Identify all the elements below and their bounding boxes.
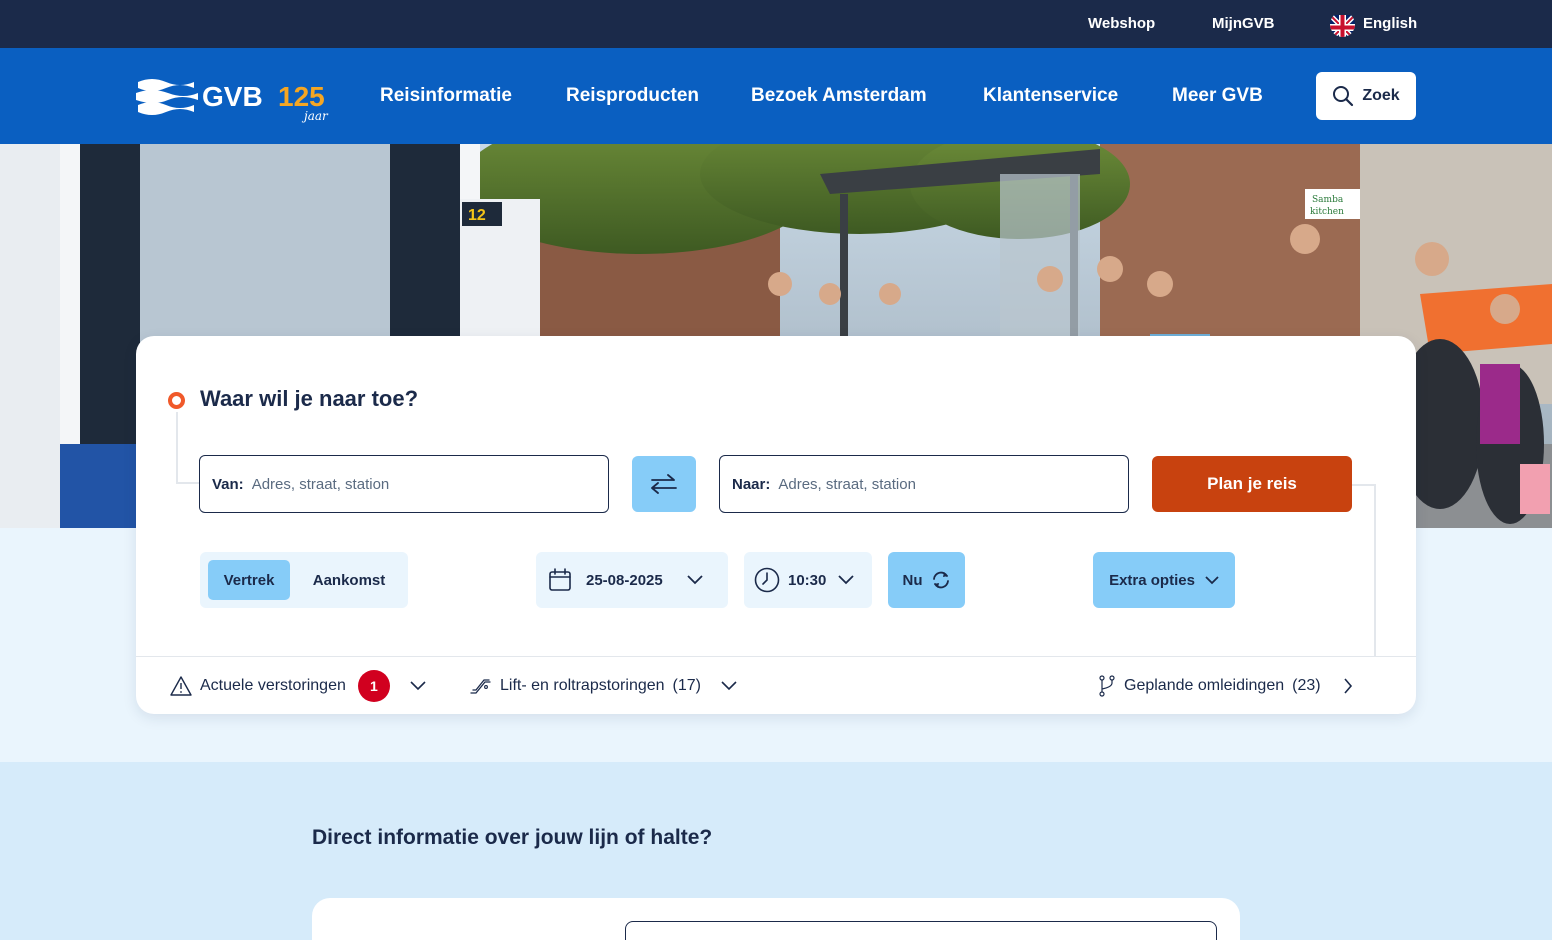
route-line-right-top (1352, 484, 1376, 486)
language-label: English (1363, 15, 1418, 32)
search-icon (1333, 86, 1354, 107)
chevron-right-icon (1343, 677, 1352, 694)
chevron-down-icon (838, 575, 855, 585)
time-picker[interactable]: 10:30 (744, 552, 872, 608)
to-field[interactable]: Naar: (719, 455, 1129, 513)
chevron-down-icon (721, 680, 737, 690)
disruptions-label: Actuele verstoringen (200, 676, 346, 694)
from-input[interactable] (251, 475, 552, 493)
detours-count: (23) (1292, 676, 1321, 694)
route-line-connector (176, 482, 200, 484)
warning-icon (170, 675, 192, 696)
top-utility-bar: Webshop MijnGVB English (0, 0, 1552, 48)
detours-label: Geplande omleidingen (1124, 676, 1285, 694)
line-stop-info-title: Direct informatie over jouw lijn of halt… (312, 826, 713, 849)
plan-trip-button[interactable]: Plan je reis (1152, 456, 1352, 512)
time-value: 10:30 (788, 571, 827, 589)
lifts-count: (17) (672, 676, 701, 694)
webshop-link[interactable]: Webshop (1088, 0, 1155, 48)
main-navigation: GVB 125 jaar Reisinformatie Reisproducte… (0, 48, 1552, 144)
lift-escalator-toggle[interactable]: Lift- en roltrapstoringen (17) (470, 657, 737, 714)
extra-options-button[interactable]: Extra opties (1093, 552, 1235, 608)
logo-anniversary-sub: jaar (301, 109, 329, 123)
line-stop-search-input[interactable] (625, 921, 1217, 940)
to-label: Naar: (732, 475, 771, 493)
language-switch[interactable]: English (1330, 0, 1417, 48)
tram-line-number: 12 (468, 207, 486, 224)
nav-klantenservice[interactable]: Klantenservice (983, 48, 1118, 144)
logo-text: GVB (202, 81, 263, 112)
hero-sign-bottom: kitchen (1310, 207, 1344, 217)
journey-planner-card: Waar wil je naar toe? Van: Naar: Plan je… (136, 336, 1416, 714)
route-line (176, 412, 178, 484)
flag-uk-icon (1330, 12, 1355, 37)
to-input[interactable] (778, 475, 1079, 493)
planned-detours-link[interactable]: Geplande omleidingen (23) (1098, 657, 1353, 714)
calendar-icon (549, 568, 571, 591)
clock-icon (754, 567, 780, 593)
escalator-icon (470, 678, 491, 694)
departure-option[interactable]: Vertrek (208, 560, 290, 600)
nav-reisinformatie[interactable]: Reisinformatie (380, 48, 512, 144)
swap-button[interactable] (632, 456, 696, 512)
route-line-right (1374, 484, 1376, 656)
chevron-down-icon (1205, 575, 1219, 584)
nav-reisproducten[interactable]: Reisproducten (566, 48, 699, 144)
date-value: 25-08-2025 (586, 571, 663, 589)
mijngvb-link[interactable]: MijnGVB (1212, 0, 1275, 48)
planner-title: Waar wil je naar toe? (200, 386, 419, 411)
nav-bezoek-amsterdam[interactable]: Bezoek Amsterdam (751, 48, 927, 144)
chevron-down-icon (410, 680, 426, 690)
disruptions-count-badge: 1 (357, 669, 390, 702)
logo-anniversary: 125 (278, 81, 325, 112)
now-button[interactable]: Nu (888, 552, 965, 608)
detour-icon (1099, 674, 1115, 697)
gvb-logo[interactable]: GVB 125 jaar (136, 76, 330, 124)
from-field[interactable]: Van: (199, 455, 609, 513)
swap-icon (651, 474, 677, 494)
origin-marker-icon (168, 392, 185, 409)
date-picker[interactable]: 25-08-2025 (536, 552, 728, 608)
extra-options-label: Extra opties (1109, 571, 1195, 589)
arrival-option[interactable]: Aankomst (298, 560, 400, 600)
disruptions-toggle[interactable]: Actuele verstoringen 1 (170, 657, 426, 714)
refresh-icon (932, 571, 949, 589)
search-button[interactable]: Zoek (1316, 72, 1416, 120)
now-label: Nu (902, 571, 923, 589)
hero-sign-top: Samba (1312, 195, 1344, 205)
lifts-label: Lift- en roltrapstoringen (500, 676, 665, 694)
departure-arrival-toggle: Vertrek Aankomst (200, 552, 408, 608)
search-label: Zoek (1362, 87, 1400, 104)
nav-meer-gvb[interactable]: Meer GVB (1172, 48, 1263, 144)
chevron-down-icon (687, 575, 703, 585)
from-label: Van: (212, 475, 244, 493)
